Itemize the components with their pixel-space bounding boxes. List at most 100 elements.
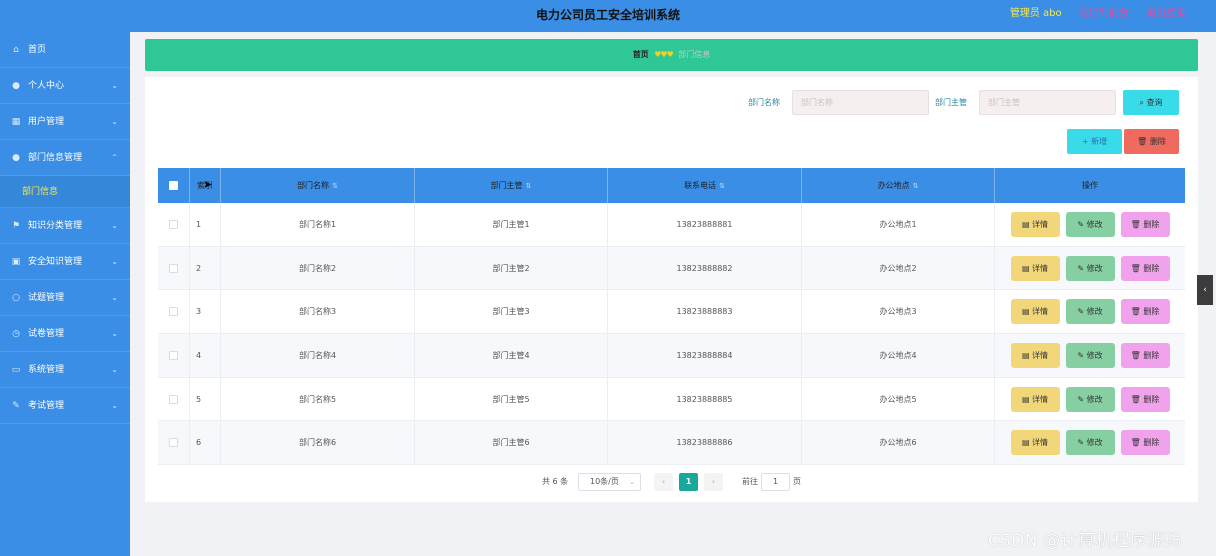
trash-icon: 🗑 — [1137, 137, 1148, 146]
edit-button[interactable]: ✎ 修改 — [1065, 342, 1115, 368]
delete-button[interactable]: 🗑 删除 — [1120, 255, 1170, 281]
edit-button[interactable]: ✎ 修改 — [1065, 211, 1115, 237]
detail-button[interactable]: ▤ 详情 — [1010, 299, 1060, 325]
logout-link[interactable]: 退出登录 — [1146, 8, 1186, 19]
delete-button[interactable]: 🗑 删除 — [1120, 342, 1170, 368]
dept-name-cell: 部门名称4 — [221, 334, 415, 377]
query-button[interactable]: ⌕ 查询 — [1123, 90, 1179, 115]
row-checkbox[interactable] — [169, 307, 178, 317]
page-size-value: 10条/页 — [590, 477, 619, 486]
prev-page-button[interactable]: ‹ — [654, 473, 673, 491]
sidebar-item-questions[interactable]: ○ 试题管理 ⌄ — [0, 280, 130, 316]
page-number-active[interactable]: 1 — [679, 473, 698, 491]
table-header: 索引 部门名称 ⇅ 部门主管 ⇅ 联系电话 ⇅ 办公地点 ⇅ 操作 — [158, 168, 1185, 203]
trash-icon: 🗑 — [1130, 219, 1141, 229]
pencil-icon: ✎ — [1077, 438, 1085, 448]
sidebar-item-papers[interactable]: ◷ 试卷管理 ⌄ — [0, 316, 130, 352]
col-location[interactable]: 办公地点 ⇅ — [802, 168, 995, 203]
sort-icon[interactable]: ⇅ — [526, 182, 532, 190]
edit-label: 修改 — [1086, 219, 1103, 229]
row-checkbox[interactable] — [169, 219, 178, 229]
col-dept-name-label: 部门名称 — [297, 181, 330, 190]
edit-button[interactable]: ✎ 修改 — [1065, 255, 1115, 281]
top-header: 电力公司员工安全培训系统 管理员 abo 退出到前台 退出登录 — [0, 0, 1216, 32]
pencil-icon: ✎ — [1077, 350, 1085, 360]
phone-cell: 13823888882 — [608, 246, 802, 290]
delete-button[interactable]: 🗑 删除 — [1120, 430, 1170, 456]
chevron-down-icon: ⌄ — [111, 365, 118, 374]
sidebar-item-system[interactable]: ▭ 系统管理 ⌄ — [0, 352, 130, 388]
clock-icon: ◷ — [12, 329, 20, 339]
batch-delete-button[interactable]: 🗑 删除 — [1124, 129, 1179, 154]
detail-label: 详情 — [1032, 307, 1049, 317]
delete-button[interactable]: 🗑 删除 — [1120, 299, 1170, 325]
detail-button[interactable]: ▤ 详情 — [1010, 211, 1060, 237]
detail-button[interactable]: ▤ 详情 — [1010, 255, 1060, 281]
sidebar-item-users[interactable]: ▦ 用户管理 ⌄ — [0, 104, 130, 140]
delete-label: 删除 — [1143, 263, 1160, 273]
dept-head-input[interactable] — [979, 90, 1116, 115]
select-all-checkbox[interactable] — [169, 181, 178, 190]
edit-button[interactable]: ✎ 修改 — [1065, 386, 1115, 412]
row-checkbox[interactable] — [169, 263, 178, 273]
sidebar-item-personal[interactable]: ● 个人中心 ⌄ — [0, 68, 130, 104]
edit-button[interactable]: ✎ 修改 — [1065, 430, 1115, 456]
dept-name-cell: 部门名称3 — [221, 290, 415, 334]
sidebar-subitem-dept-info[interactable]: 部门信息 — [0, 176, 130, 208]
page-size-select[interactable]: 10条/页 ⌄ — [578, 473, 641, 491]
col-dept-name[interactable]: 部门名称 ⇅ — [221, 168, 415, 203]
sidebar-item-dept[interactable]: ● 部门信息管理 ⌃ — [0, 140, 130, 176]
back-home-link[interactable]: 退出到前台 — [1079, 8, 1129, 19]
row-checkbox[interactable] — [169, 350, 178, 360]
phone-cell: 13823888885 — [608, 377, 802, 421]
plus-icon: + — [1081, 137, 1089, 146]
row-checkbox[interactable] — [169, 438, 178, 448]
delete-button[interactable]: 🗑 删除 — [1120, 386, 1170, 412]
sidebar-item-safety-knowledge[interactable]: ▣ 安全知识管理 ⌄ — [0, 244, 130, 280]
sort-icon[interactable]: ⇅ — [332, 182, 338, 190]
watermark: CSDN @计算机程序源码 — [988, 531, 1182, 551]
edit-label: 修改 — [1086, 394, 1103, 404]
detail-button[interactable]: ▤ 详情 — [1010, 342, 1060, 368]
home-icon: ⌂ — [13, 45, 19, 55]
edit-button[interactable]: ✎ 修改 — [1065, 299, 1115, 325]
delete-button[interactable]: 🗑 删除 — [1120, 211, 1170, 237]
sidebar-item-home[interactable]: ⌂ 首页 — [0, 32, 130, 68]
chevron-down-icon: ⌄ — [111, 329, 118, 338]
col-dept-head[interactable]: 部门主管 ⇅ — [415, 168, 608, 203]
user-icon: ● — [12, 153, 20, 163]
next-page-button[interactable]: › — [704, 473, 723, 491]
dept-table: 索引 部门名称 ⇅ 部门主管 ⇅ 联系电话 ⇅ 办公地点 ⇅ 操作 1 部门名称1 部门主管… — [158, 168, 1185, 466]
sidebar-item-exams[interactable]: ✎ 考试管理 ⌄ — [0, 388, 130, 424]
row-checkbox[interactable] — [169, 394, 178, 404]
dept-name-label: 部门名称 — [748, 98, 780, 107]
flag-icon: ⚑ — [11, 221, 21, 231]
sort-icon[interactable]: ⇅ — [719, 182, 725, 190]
dept-name-cell: 部门名称6 — [221, 421, 415, 465]
col-phone[interactable]: 联系电话 ⇅ — [608, 168, 802, 203]
chevron-down-icon: ⌄ — [111, 401, 118, 410]
detail-button[interactable]: ▤ 详情 — [1010, 430, 1060, 456]
document-icon: ▤ — [1021, 350, 1030, 360]
panel-toggle-button[interactable]: ‹ — [1197, 275, 1213, 305]
edit-label: 修改 — [1086, 307, 1103, 317]
sidebar-item-label: 系统管理 — [28, 365, 65, 375]
table-row: 3 部门名称3 部门主管3 13823888883 办公地点3 ▤ 详情 ✎ 修改 🗑 删除 — [158, 290, 1185, 335]
sidebar-item-knowledge-category[interactable]: ⚑ 知识分类管理 ⌄ — [0, 208, 130, 244]
heart-separator-icon: ♥♥♥ — [654, 50, 673, 59]
breadcrumb-home[interactable]: 首页 — [633, 50, 649, 59]
delete-label: 删除 — [1143, 438, 1160, 448]
trash-icon: 🗑 — [1130, 307, 1141, 317]
trash-icon: 🗑 — [1130, 438, 1141, 448]
sidebar-item-label: 考试管理 — [28, 401, 65, 411]
detail-button[interactable]: ▤ 详情 — [1010, 386, 1060, 412]
sort-icon[interactable]: ⇅ — [913, 182, 919, 190]
row-select-cell — [158, 290, 190, 334]
detail-label: 详情 — [1032, 350, 1049, 360]
row-select-cell — [158, 203, 190, 246]
dept-name-input[interactable] — [792, 90, 929, 115]
goto-page-input[interactable]: 1 — [761, 473, 790, 491]
add-button[interactable]: + 新增 — [1067, 129, 1122, 154]
document-icon: ▤ — [1021, 438, 1030, 448]
sidebar-item-label: 部门信息管理 — [28, 153, 83, 163]
